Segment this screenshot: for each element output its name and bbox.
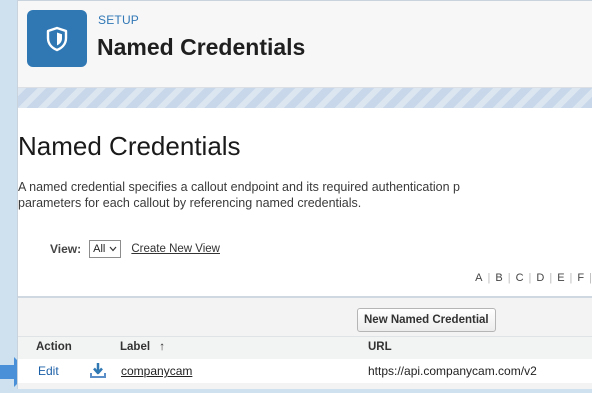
chevron-down-icon — [109, 244, 117, 254]
view-selector-row: View: All Create New View — [50, 240, 220, 258]
page-title: Named Credentials — [18, 131, 241, 161]
setup-window: SETUP Named Credentials Named Credential… — [17, 0, 592, 389]
column-header-url: URL — [368, 341, 392, 353]
view-select[interactable]: All — [89, 240, 122, 258]
alpha-separator: | — [487, 272, 491, 284]
edit-link[interactable]: Edit — [38, 364, 59, 378]
shield-icon — [27, 10, 87, 67]
alphabet-filter: A | B | C | D | E | F | — [475, 272, 592, 284]
alpha-separator: | — [549, 272, 553, 284]
alpha-letter-a[interactable]: A — [475, 272, 482, 284]
table-row: Edit companycam https://api.companycam.c… — [18, 359, 592, 383]
column-header-label-text: Label — [120, 341, 151, 353]
alpha-letter-b[interactable]: B — [495, 272, 502, 284]
table-header: Action Label ↑ URL — [18, 336, 592, 360]
description-line-1: A named credential specifies a callout e… — [18, 180, 460, 194]
alpha-separator: | — [528, 272, 532, 284]
credentials-list: New Named Credential Action Label ↑ URL … — [18, 296, 592, 389]
decorative-banner — [18, 88, 592, 108]
credential-url: https://api.companycam.com/v2 — [368, 364, 537, 378]
alpha-separator: | — [507, 272, 511, 284]
description-line-2: parameters for each callout by referenci… — [18, 196, 362, 210]
setup-title: Named Credentials — [97, 34, 306, 60]
credential-label-link[interactable]: companycam — [121, 364, 192, 378]
alpha-letter-f[interactable]: F — [577, 272, 584, 284]
page-content: Named Credentials A named credential spe… — [18, 108, 592, 389]
column-header-label[interactable]: Label ↑ — [120, 341, 165, 353]
sort-ascending-icon: ↑ — [159, 341, 165, 353]
create-new-view-link[interactable]: Create New View — [131, 243, 220, 255]
download-icon — [89, 361, 107, 382]
page-description: A named credential specifies a callout e… — [18, 179, 592, 211]
alpha-letter-e[interactable]: E — [557, 272, 564, 284]
column-header-action: Action — [36, 341, 72, 353]
setup-header: SETUP Named Credentials — [18, 1, 592, 88]
view-label: View: — [50, 242, 82, 256]
setup-kicker: SETUP — [98, 13, 140, 27]
alpha-separator: | — [569, 272, 573, 284]
alpha-letter-c[interactable]: C — [516, 272, 524, 284]
list-button-row: New Named Credential — [18, 306, 592, 332]
alpha-letter-d[interactable]: D — [536, 272, 544, 284]
view-selected-value: All — [93, 243, 106, 255]
new-named-credential-button[interactable]: New Named Credential — [357, 308, 496, 332]
